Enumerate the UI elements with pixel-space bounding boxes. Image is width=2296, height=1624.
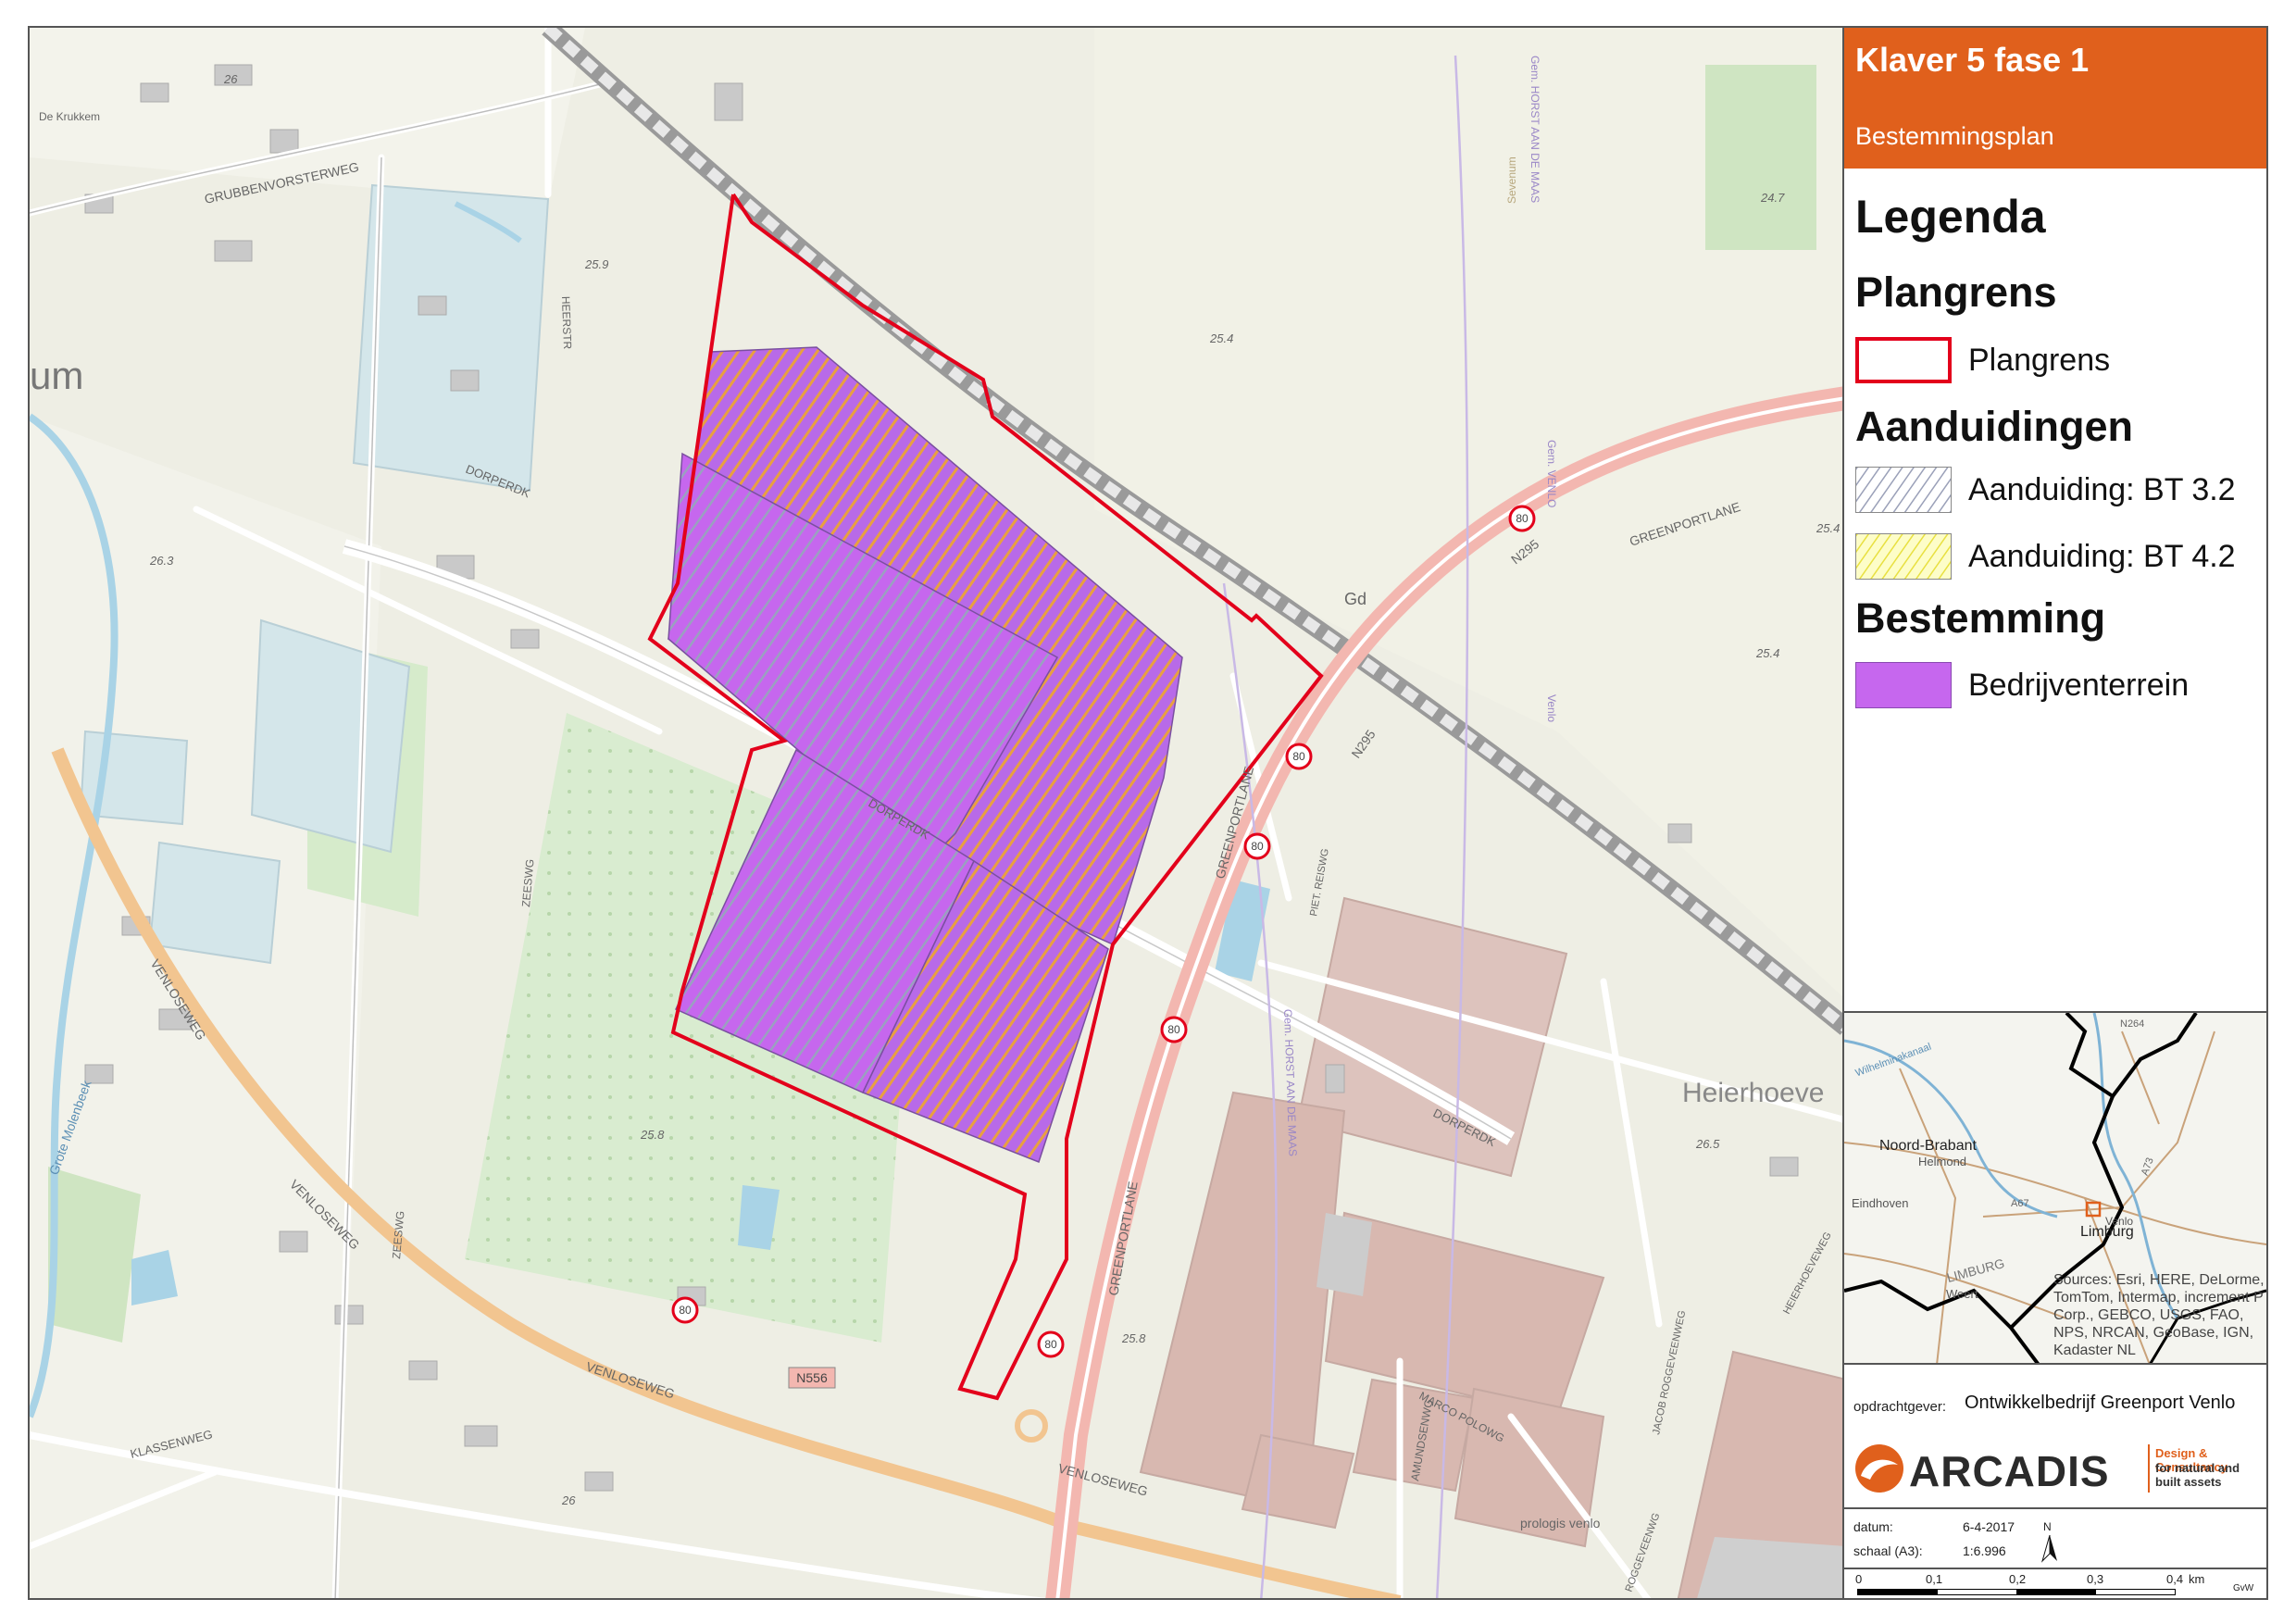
scalebar-tick: 0,4 <box>2166 1572 2184 1586</box>
title-block: Klaver 5 fase 1 Bestemmingsplan <box>1844 28 2266 169</box>
side-panel: Klaver 5 fase 1 Bestemmingsplan Legenda … <box>1844 26 2268 1600</box>
legend-group-heading: Bestemming <box>1855 594 2106 642</box>
arcadis-logo-icon <box>1855 1444 1903 1493</box>
tagline-line-3: built assets <box>2155 1475 2222 1489</box>
scalebar-tick: 0 <box>1855 1572 1863 1586</box>
height-label: 26 <box>561 1493 576 1507</box>
route-80-label: 80 <box>1044 1338 1057 1351</box>
inset-label-weert: Weert <box>1946 1287 1978 1301</box>
scalebar-tick: 0,3 <box>2087 1572 2104 1586</box>
map-frame[interactable]: 80 80 80 80 80 80 N556 um Heierhoeve Gd … <box>28 26 1844 1600</box>
scale-label: schaal (A3): <box>1853 1543 1923 1558</box>
height-label: 25.8 <box>1121 1331 1146 1345</box>
height-label: 26 <box>223 72 238 86</box>
inset-label-n264: N264 <box>2120 1018 2145 1030</box>
legend-title: Legenda <box>1855 191 2046 243</box>
map-data-credits: Sources: Esri, HERE, DeLorme, TomTom, In… <box>2053 1272 2265 1358</box>
hatch-grey-swatch <box>1856 468 1951 512</box>
legend-label-plangrens: Plangrens <box>1968 343 2111 378</box>
legend-group-heading: Plangrens <box>1855 269 2057 316</box>
hatch-yellow-swatch <box>1856 534 1951 579</box>
building-label: prologis venlo <box>1520 1516 1601 1530</box>
height-label: 25.4 <box>1816 521 1840 535</box>
author-initials: GvW <box>2233 1583 2254 1593</box>
tagline-line-2: for natural and <box>2155 1461 2240 1475</box>
place-label-gd: Gd <box>1344 590 1366 608</box>
north-arrow-icon <box>2040 1535 2057 1563</box>
place-label: um <box>30 354 83 397</box>
scale-value: 1:6.996 <box>1963 1543 2006 1558</box>
height-label: 25.9 <box>584 257 608 271</box>
parking <box>1697 1537 1842 1598</box>
legend-group-heading: Aanduidingen <box>1855 403 2133 450</box>
date-value: 6-4-2017 <box>1963 1519 2015 1534</box>
route-80-label: 80 <box>1167 1023 1180 1036</box>
divider <box>1844 1507 2266 1509</box>
logo-divider <box>2148 1444 2150 1493</box>
place-label-de-krukkem: De Krukkem <box>39 110 100 123</box>
greenhouse <box>148 841 281 965</box>
map-canvas[interactable]: 80 80 80 80 80 80 N556 um Heierhoeve Gd … <box>30 28 1844 1600</box>
boundary-label: Gem. HORST AAN DE MAAS <box>1529 56 1541 203</box>
divider <box>1844 1568 2266 1569</box>
greenhouse <box>352 183 550 493</box>
arcadis-wordmark: ARCADIS <box>1909 1447 2110 1495</box>
route-80-label: 80 <box>1251 840 1264 853</box>
inset-label-eindhoven: Eindhoven <box>1852 1196 1909 1210</box>
height-label: 25.4 <box>1755 646 1779 660</box>
height-label: 25.4 <box>1209 331 1233 345</box>
north-label: N <box>2043 1520 2052 1533</box>
legend-swatch-plangrens <box>1855 337 1952 383</box>
overview-map[interactable]: Noord-Brabant Helmond Eindhoven Limburg … <box>1844 1011 2266 1365</box>
map-title: Klaver 5 fase 1 <box>1855 41 2090 79</box>
route-80-label: 80 <box>1516 512 1529 525</box>
boundary-label: Gem. VENLO <box>1545 440 1558 507</box>
height-label: 24.7 <box>1760 191 1785 205</box>
legend-label-bt-4-2: Aanduiding: BT 4.2 <box>1968 539 2236 574</box>
road-label: HEERSTR <box>559 296 574 350</box>
green-area <box>1705 65 1816 250</box>
scalebar-segment <box>1858 1590 1938 1594</box>
route-80-label: 80 <box>679 1304 692 1317</box>
field <box>30 417 381 1598</box>
place-label-sevenum: Sevenum <box>1505 156 1518 204</box>
route-80-label: 80 <box>1292 750 1305 763</box>
client-name: Ontwikkelbedrijf Greenport Venlo <box>1965 1393 2236 1413</box>
scalebar-unit: km <box>2189 1572 2205 1586</box>
client-label: opdrachtgever: <box>1853 1399 1947 1415</box>
parking <box>1316 1213 1372 1296</box>
scalebar-segment <box>2016 1590 2096 1594</box>
scalebar <box>1857 1589 2176 1595</box>
arcadis-logo: ARCADIS Design & Consultancy for natural… <box>1853 1443 2261 1498</box>
legend-label-bt-3-2: Aanduiding: BT 3.2 <box>1968 472 2236 507</box>
date-label: datum: <box>1853 1519 1893 1534</box>
inset-label-a67: A67 <box>2011 1198 2029 1209</box>
legend-swatch-bt-3-2 <box>1855 467 1952 513</box>
map-subtitle: Bestemmingsplan <box>1855 122 2054 150</box>
north-arrow: N <box>2040 1520 2059 1563</box>
place-label-venlo: Venlo <box>1545 694 1558 722</box>
inset-label-helmond: Helmond <box>1918 1155 1967 1168</box>
inset-label-venlo: Venlo <box>2105 1215 2134 1228</box>
legend-label-bedrijventerrein: Bedrijventerrein <box>1968 668 2190 703</box>
inset-label-noord-brabant: Noord-Brabant <box>1879 1138 1977 1154</box>
scalebar-tick: 0,2 <box>2009 1572 2027 1586</box>
height-label: 26.3 <box>149 554 174 568</box>
place-label-heierhoeve: Heierhoeve <box>1682 1078 1824 1108</box>
route-n556-label: N556 <box>796 1370 828 1385</box>
height-label: 26.5 <box>1695 1137 1720 1151</box>
scalebar-tick: 0,1 <box>1926 1572 1943 1586</box>
height-label: 25.8 <box>640 1128 665 1142</box>
legend-swatch-bedrijventerrein <box>1855 662 1952 708</box>
legend-swatch-bt-4-2 <box>1855 533 1952 580</box>
